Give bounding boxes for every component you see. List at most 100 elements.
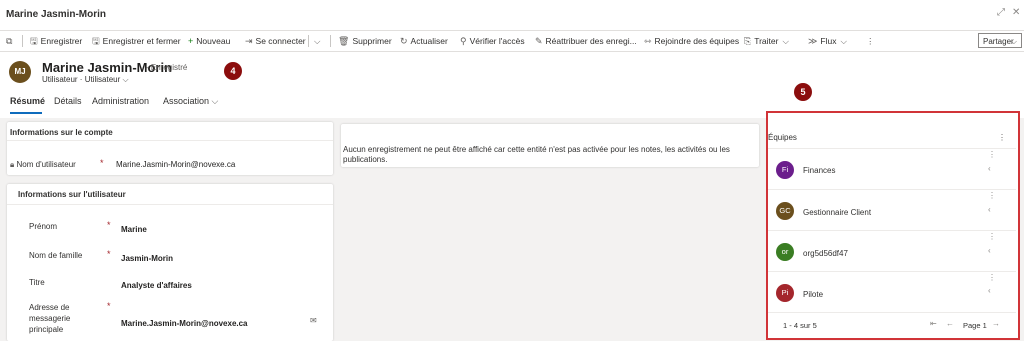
divider	[7, 140, 333, 141]
form-selector: Utilisateur	[84, 75, 121, 84]
team-avatar: Fi	[776, 161, 794, 179]
team-name[interactable]: Finances	[803, 166, 835, 175]
first-name-field[interactable]: Marine	[121, 225, 147, 234]
refresh-button[interactable]: ↻ Actualiser	[400, 31, 448, 51]
divider	[7, 204, 333, 205]
required-asterisk: *	[107, 220, 111, 230]
primary-email-field[interactable]: Marine.Jasmin-Morin@novexe.ca	[121, 319, 248, 328]
title-label: Titre	[29, 278, 45, 287]
username-value: Marine.Jasmin-Morin@novexe.ca	[116, 160, 236, 169]
more-commands-icon[interactable]: ⋮	[866, 31, 875, 51]
callout-badge-4: 4	[224, 62, 242, 80]
open-in-new-window-icon[interactable]: ⤢	[997, 7, 1005, 18]
divider	[22, 35, 23, 47]
tab-details[interactable]: Détails	[54, 96, 82, 106]
chevron-down-icon: ⌵	[1010, 37, 1017, 46]
command-bar: ⧉ 🖫 Enregistrer 🖫 Enregistrer et fermer + N…	[0, 31, 1024, 52]
active-tab-indicator	[10, 112, 42, 114]
avatar: MJ	[9, 61, 31, 83]
tab-administration[interactable]: Administration	[92, 96, 149, 106]
divider	[330, 35, 331, 47]
divider	[768, 230, 1016, 231]
tab-resume[interactable]: Résumé	[10, 96, 45, 106]
row-more-icon[interactable]: ⋮	[988, 273, 996, 282]
open-record-set-icon[interactable]: ⧉	[6, 31, 15, 51]
section-title: Informations sur le compte	[10, 128, 113, 137]
record-count: 1 - 4 sur 5	[783, 321, 817, 330]
divider	[768, 148, 1016, 149]
tab-association-label: Association	[163, 96, 210, 106]
chevron-down-icon: ⌵	[122, 75, 129, 84]
team-avatar: or	[776, 243, 794, 261]
section-title: Informations sur l'utilisateur	[18, 190, 126, 199]
previous-page-icon[interactable]: ←	[946, 319, 954, 328]
required-asterisk: *	[100, 158, 104, 168]
team-name[interactable]: Pilote	[803, 290, 823, 299]
sign-in-button[interactable]: ⇥ Se connecter	[245, 31, 306, 51]
process-button[interactable]: ⎘ Traiter ⌵	[744, 31, 789, 51]
save-icon: 🖫	[30, 36, 38, 46]
record-entity-form[interactable]: Utilisateur · Utilisateur ⌵	[42, 75, 129, 85]
chevron-down-icon: ⌵	[782, 36, 789, 46]
lock-icon: 🔒︎	[10, 160, 15, 169]
team-name[interactable]: org5d56df47	[803, 249, 848, 258]
share-button[interactable]: Partager ⌵	[978, 33, 1022, 48]
flow-icon: ≫	[808, 36, 818, 46]
save-and-close-button[interactable]: 🖫 Enregistrer et fermer	[92, 31, 181, 51]
plus-icon: +	[188, 36, 194, 46]
callout-badge-5: 5	[794, 83, 812, 101]
username-label: 🔒︎ Nom d'utilisateur	[10, 160, 76, 169]
divider	[768, 312, 1016, 313]
team-avatar: GC	[776, 202, 794, 220]
check-access-button[interactable]: ⚲ Vérifier l'accès	[460, 31, 525, 51]
send-email-icon[interactable]: ✉	[310, 316, 317, 325]
join-teams-icon: ⇿	[644, 36, 652, 46]
chevron-left-icon[interactable]: ‹	[988, 286, 991, 295]
row-more-icon[interactable]: ⋮	[988, 232, 996, 241]
primary-email-label: Adresse de messagerie principale	[29, 303, 71, 334]
next-page-icon[interactable]: →	[992, 319, 1000, 328]
divider	[768, 189, 1016, 190]
required-asterisk: *	[107, 301, 111, 311]
new-button[interactable]: + Nouveau	[188, 31, 230, 51]
chevron-down-icon: ⌵	[840, 36, 847, 46]
delete-button[interactable]: 🗑 Supprimer	[338, 31, 392, 51]
process-icon: ⎘	[744, 36, 752, 46]
title-field[interactable]: Analyste d'affaires	[121, 281, 192, 290]
join-teams-button[interactable]: ⇿ Rejoindre des équipes	[644, 31, 739, 51]
team-avatar: Pi	[776, 284, 794, 302]
required-asterisk: *	[107, 249, 111, 259]
save-close-icon: 🖫	[92, 36, 100, 46]
reassign-records-button[interactable]: ✎ Réattribuer des enregi...	[535, 31, 637, 51]
chevron-down-icon: ⌵	[211, 96, 219, 106]
window-title: Marine Jasmin-Morin	[6, 9, 107, 20]
check-access-icon: ⚲	[460, 36, 467, 46]
reassign-icon: ✎	[535, 36, 543, 46]
divider	[768, 271, 1016, 272]
first-name-label: Prénom	[29, 222, 58, 231]
teams-more-icon[interactable]: ⋮	[998, 133, 1006, 142]
record-save-status: - Enregistré	[146, 63, 188, 72]
more-connect-chevron-icon[interactable]: ⌵	[314, 31, 320, 51]
chevron-left-icon[interactable]: ‹	[988, 164, 991, 173]
team-name[interactable]: Gestionnaire Client	[803, 208, 871, 217]
first-page-icon[interactable]: ⇤	[930, 319, 937, 328]
save-button[interactable]: 🖫 Enregistrer	[30, 31, 82, 51]
teams-title: Équipes	[768, 133, 797, 142]
last-name-label: Nom de famille	[29, 251, 83, 260]
chevron-left-icon[interactable]: ‹	[988, 205, 991, 214]
timeline-empty-message: Aucun enregistrement ne peut être affich…	[343, 145, 730, 164]
row-more-icon[interactable]: ⋮	[988, 191, 996, 200]
close-icon[interactable]: ✕	[1012, 7, 1020, 18]
refresh-icon: ↻	[400, 36, 408, 46]
chevron-left-icon[interactable]: ‹	[988, 246, 991, 255]
highlight-frame	[766, 111, 1020, 340]
flow-button[interactable]: ≫ Flux ⌵	[808, 31, 847, 51]
trash-icon: 🗑	[338, 36, 350, 46]
tab-association[interactable]: Association ⌵	[163, 96, 218, 107]
last-name-field[interactable]: Jasmin-Morin	[121, 254, 173, 263]
row-more-icon[interactable]: ⋮	[988, 150, 996, 159]
entity-label: Utilisateur	[42, 75, 78, 84]
divider	[308, 35, 309, 47]
page-number: Page 1	[963, 321, 987, 330]
